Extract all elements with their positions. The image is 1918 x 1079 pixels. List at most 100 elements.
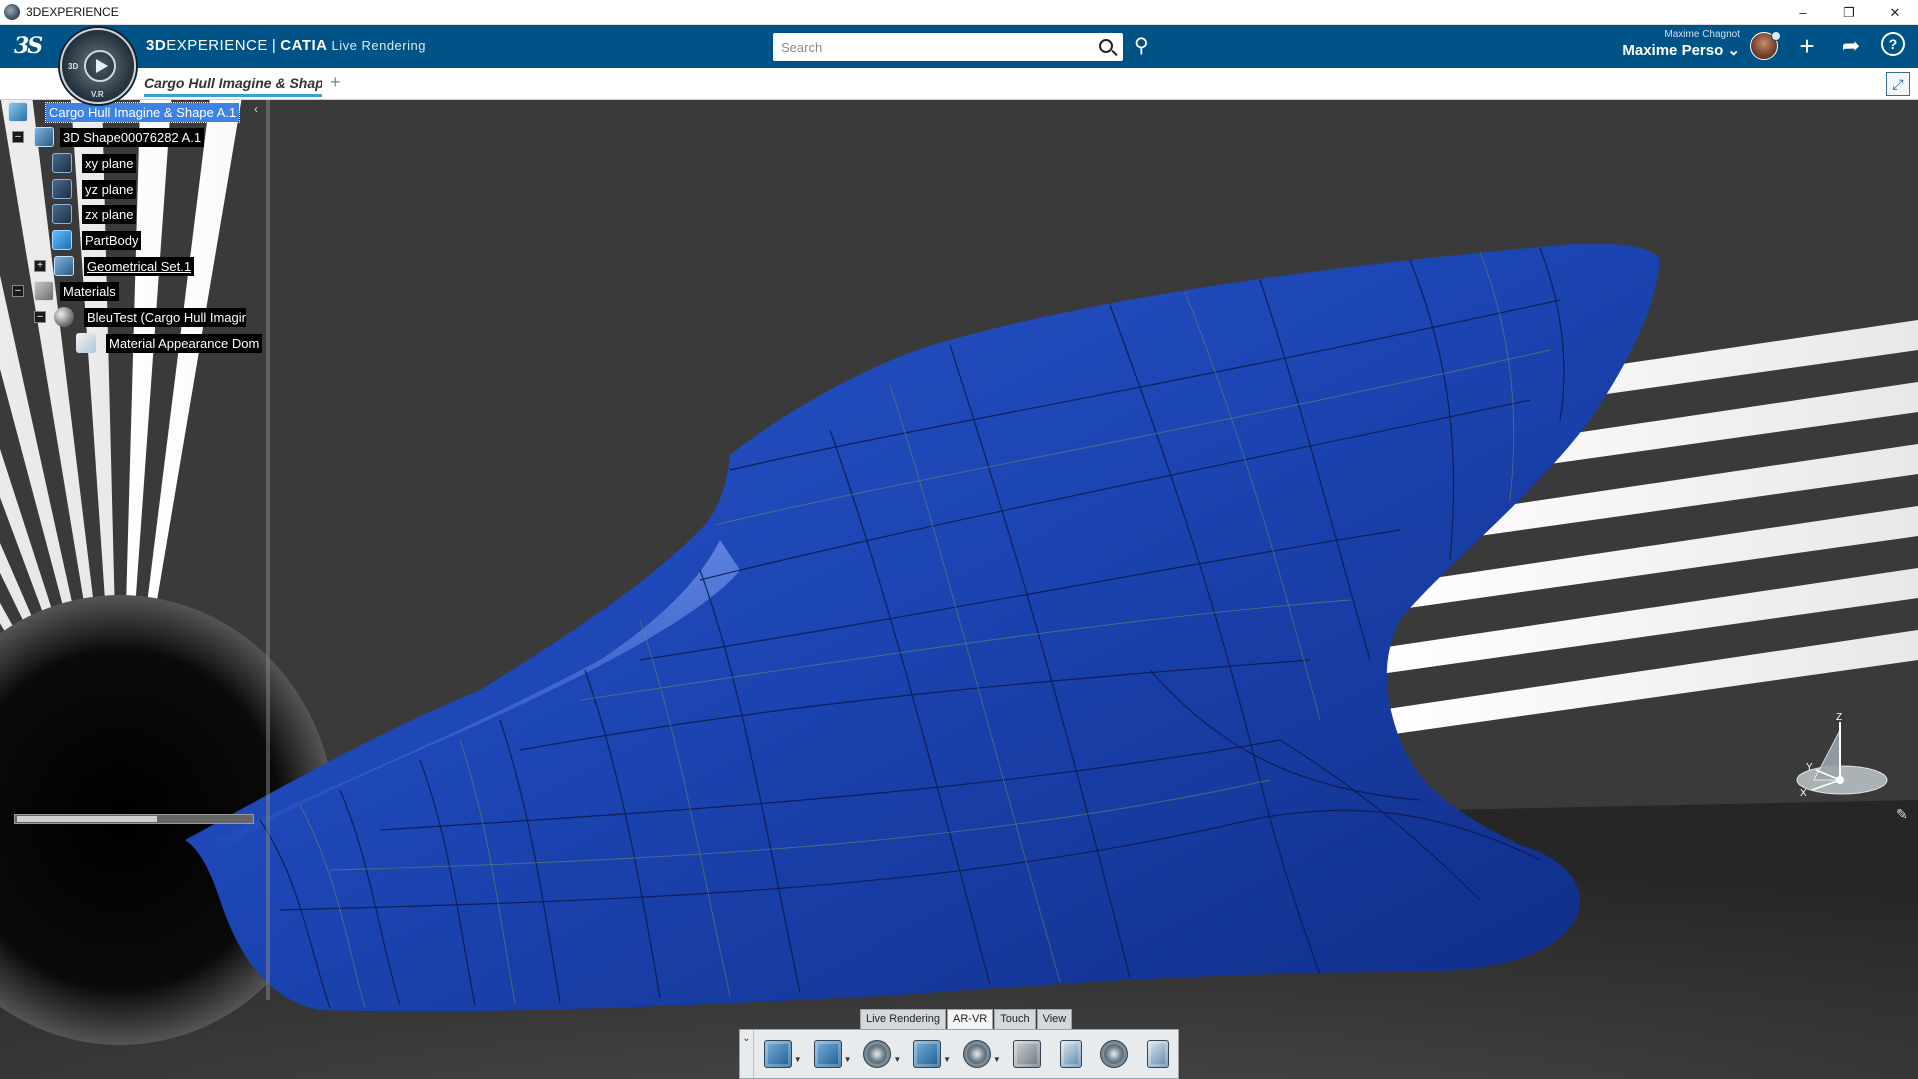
search-input[interactable] bbox=[773, 34, 1083, 60]
collapse-node-icon[interactable]: – bbox=[12, 285, 24, 297]
axis-x-label: X bbox=[1800, 788, 1807, 799]
dropdown-arrow-icon[interactable]: ▼ bbox=[993, 1055, 1001, 1064]
collapse-node-icon[interactable]: – bbox=[12, 131, 24, 143]
animation-button[interactable] bbox=[1094, 1034, 1134, 1074]
stage-icon bbox=[913, 1040, 942, 1068]
tab-live-rendering[interactable]: Live Rendering bbox=[860, 1009, 946, 1029]
action-bar-commands: ⌄ ▼ ▼ ▼ ▼ ▼ bbox=[739, 1029, 1179, 1079]
restore-button[interactable]: ❐ bbox=[1826, 0, 1872, 25]
minimize-button[interactable]: – bbox=[1780, 0, 1826, 25]
capture-icon bbox=[813, 1040, 842, 1068]
export-doc-icon bbox=[1147, 1040, 1170, 1068]
brand-3d: 3D bbox=[146, 37, 167, 54]
scrollbar-thumb[interactable] bbox=[17, 816, 157, 822]
tab-cargo-hull[interactable]: Cargo Hull Imagine & Shape bbox=[144, 73, 322, 97]
tree-node-label[interactable]: BleuTest (Cargo Hull Imagine bbox=[84, 307, 246, 327]
tree-splitter[interactable] bbox=[266, 100, 270, 1000]
play-icon[interactable] bbox=[84, 50, 116, 82]
tree-node-label[interactable]: Materials bbox=[60, 281, 119, 301]
geometrical-set-icon bbox=[54, 256, 74, 276]
tree-node-xy-plane[interactable]: xy plane bbox=[52, 152, 137, 174]
3dexperience-app-icon bbox=[4, 4, 20, 20]
collapse-node-icon[interactable]: – bbox=[34, 311, 46, 323]
tab-view[interactable]: View bbox=[1036, 1009, 1073, 1029]
partbody-icon bbox=[52, 230, 72, 250]
tree-node-label[interactable]: Material Appearance Dom bbox=[106, 333, 262, 353]
tree-node-label[interactable]: Cargo Hull Imagine & Shape A.1 bbox=[44, 101, 241, 123]
tree-node-geometrical-set[interactable]: + Geometrical Set.1 bbox=[30, 255, 195, 277]
tree-node-label[interactable]: yz plane bbox=[82, 179, 137, 199]
window-titlebar: 3DEXPERIENCE – ❐ ✕ bbox=[0, 0, 1918, 25]
render-doc-button[interactable] bbox=[1051, 1034, 1091, 1074]
chevron-down-icon[interactable]: ⌄ bbox=[740, 1030, 754, 1078]
pen-icon[interactable]: ✎ bbox=[1896, 806, 1912, 822]
compass-widget[interactable]: 3D V.R bbox=[60, 28, 136, 104]
tag-icon[interactable]: ⚲ bbox=[1134, 35, 1156, 57]
dropdown-arrow-icon[interactable]: ▼ bbox=[794, 1055, 802, 1064]
tree-node-root[interactable]: Cargo Hull Imagine & Shape A.1 bbox=[8, 101, 241, 123]
dropdown-arrow-icon[interactable]: ▼ bbox=[943, 1055, 951, 1064]
compass-label-3d: 3D bbox=[68, 62, 79, 71]
share-icon[interactable]: ➦ bbox=[1836, 31, 1866, 61]
top-bar: 3S 3DEXPERIENCE|CATIALive Rendering ⚲ Ma… bbox=[0, 25, 1918, 68]
add-tab-icon[interactable]: + bbox=[330, 72, 341, 93]
search-box bbox=[773, 33, 1123, 61]
stage-button[interactable]: ▼ bbox=[907, 1034, 951, 1074]
camera-icon bbox=[1012, 1040, 1041, 1068]
axis-z-label: Z bbox=[1836, 712, 1842, 723]
plane-icon bbox=[52, 204, 72, 224]
tree-node-label[interactable]: 3D Shape00076282 A.1 bbox=[60, 127, 205, 147]
expand-node-icon[interactable]: + bbox=[34, 260, 46, 272]
shape-icon bbox=[34, 127, 54, 147]
tree-node-yz-plane[interactable]: yz plane bbox=[52, 178, 137, 200]
render-doc-icon bbox=[1059, 1040, 1082, 1068]
lights-button[interactable]: ▼ bbox=[957, 1034, 1001, 1074]
brand-separator: | bbox=[271, 37, 277, 54]
tab-bar: Cargo Hull Imagine & Shape + ⤢ bbox=[0, 68, 1918, 100]
notification-badge bbox=[1771, 31, 1781, 41]
camera-button[interactable] bbox=[1007, 1034, 1047, 1074]
tree-node-material-bleutest[interactable]: – BleuTest (Cargo Hull Imagine bbox=[30, 306, 246, 328]
render-setup-button[interactable]: ▼ bbox=[758, 1034, 802, 1074]
plane-icon bbox=[52, 179, 72, 199]
tree-node-label[interactable]: Geometrical Set.1 bbox=[84, 256, 195, 276]
tree-node-3d-shape[interactable]: – 3D Shape00076282 A.1 bbox=[10, 126, 205, 148]
3d-viewport[interactable]: ‹ Cargo Hull Imagine & Shape A.1 – 3D Sh… bbox=[0, 100, 1918, 1079]
collapse-icon[interactable]: ⤢ bbox=[1886, 72, 1910, 96]
export-doc-button[interactable] bbox=[1138, 1034, 1178, 1074]
user-menu[interactable]: Maxime Chagnot Maxime Perso ⌄ bbox=[1622, 29, 1740, 59]
tab-ar-vr[interactable]: AR-VR bbox=[947, 1009, 994, 1029]
window-controls: – ❐ ✕ bbox=[1780, 0, 1918, 25]
dassault-logo-icon[interactable]: 3S bbox=[14, 33, 46, 61]
search-icon[interactable] bbox=[1099, 39, 1113, 53]
close-button[interactable]: ✕ bbox=[1872, 0, 1918, 25]
tree-horizontal-scrollbar[interactable] bbox=[14, 814, 254, 824]
capture-button[interactable]: ▼ bbox=[808, 1034, 852, 1074]
axis-triad[interactable]: Z Y X bbox=[1772, 712, 1892, 802]
tree-node-appearance-domain[interactable]: Material Appearance Dom bbox=[76, 332, 262, 354]
environment-button[interactable]: ▼ bbox=[858, 1034, 901, 1074]
animation-icon bbox=[1100, 1040, 1129, 1068]
brand-experience: EXPERIENCE bbox=[166, 37, 268, 54]
environment-gear-icon bbox=[863, 1040, 892, 1068]
tree-node-label[interactable]: zx plane bbox=[82, 204, 137, 224]
tab-touch[interactable]: Touch bbox=[994, 1009, 1036, 1029]
window-title: 3DEXPERIENCE bbox=[26, 5, 119, 19]
user-tenant: Maxime Chagnot bbox=[1664, 29, 1740, 40]
tree-node-materials[interactable]: – Materials bbox=[10, 280, 119, 302]
catia-app-window: 3DEXPERIENCE – ❐ ✕ 3S 3DEXPERIENCE | CATIA… bbox=[0, 0, 1918, 1079]
tree-node-zx-plane[interactable]: zx plane bbox=[52, 203, 137, 225]
axis-y-label: Y bbox=[1806, 762, 1813, 773]
compass-label-vr: V.R bbox=[91, 90, 104, 99]
tree-node-label[interactable]: PartBody bbox=[82, 230, 142, 250]
help-icon[interactable]: ? bbox=[1878, 31, 1908, 61]
tree-node-label[interactable]: xy plane bbox=[82, 153, 137, 173]
svg-text:?: ? bbox=[1889, 36, 1898, 52]
action-bar: Live Rendering AR-VR Touch View ⌄ ▼ ▼ ▼ … bbox=[739, 1009, 1179, 1079]
dropdown-arrow-icon[interactable]: ▼ bbox=[844, 1055, 852, 1064]
dropdown-arrow-icon[interactable]: ▼ bbox=[893, 1055, 901, 1064]
add-icon[interactable]: + bbox=[1792, 31, 1822, 61]
tree-collapse-icon[interactable]: ‹ bbox=[254, 102, 266, 116]
tree-node-partbody[interactable]: PartBody bbox=[52, 229, 142, 251]
avatar[interactable] bbox=[1750, 31, 1781, 60]
